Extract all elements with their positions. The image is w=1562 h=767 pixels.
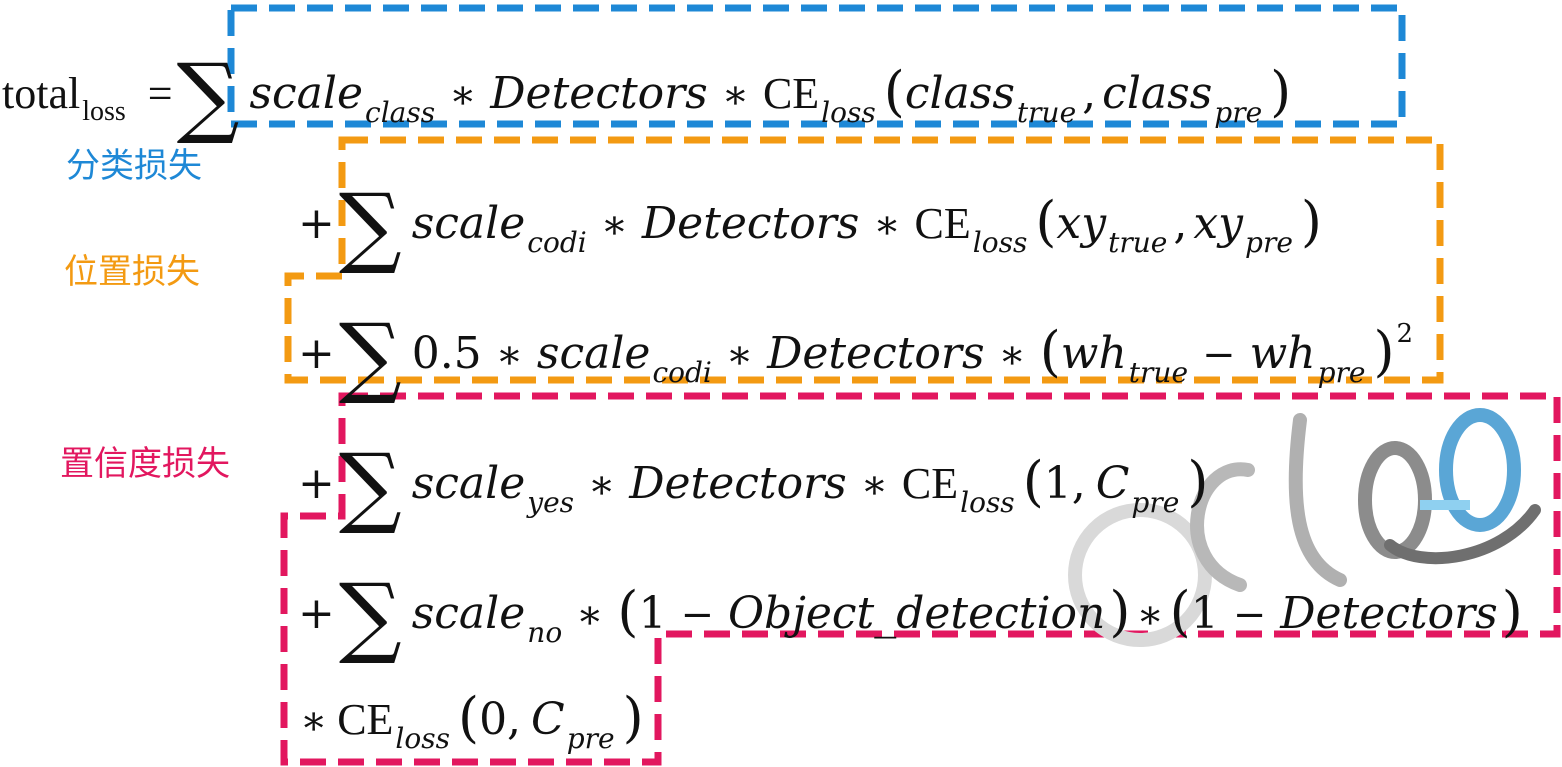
xy-true-sub: true — [1108, 226, 1168, 259]
exponent-2: 2 — [1396, 319, 1414, 349]
coef-half: 0.5 — [411, 328, 482, 379]
ce-2: CE — [914, 199, 971, 248]
equation-line-1: total loss = ∑ scale class ∗ Detectors ∗… — [2, 34, 1292, 140]
mul-1b: ∗ — [721, 72, 749, 118]
ce-6: CE — [337, 695, 394, 744]
scale-codi-2: scale — [411, 198, 526, 249]
mul-6: ∗ — [300, 698, 328, 744]
class-pre-sub: pre — [1214, 96, 1263, 129]
ce-1-sub: loss — [821, 96, 876, 129]
paren-open-1: ( — [883, 60, 905, 123]
scale-class-sub: class — [365, 96, 436, 129]
paren-open-5a: ( — [617, 580, 639, 643]
one-arg: 1, — [1043, 458, 1086, 509]
mul-5a: ∗ — [576, 592, 604, 638]
xy-pre-sub: pre — [1245, 226, 1293, 259]
mul-4b: ∗ — [860, 462, 888, 508]
detectors-1: Detectors — [490, 68, 708, 119]
c-pre-4: C — [1095, 458, 1130, 509]
sum-symbol-5: ∑ — [338, 564, 402, 667]
minus-5b: − — [1232, 592, 1267, 638]
detectors-2: Detectors — [641, 198, 860, 249]
class-true-sub: true — [1016, 96, 1077, 129]
scale-no-sub: no — [527, 616, 563, 649]
watermark-o1 — [1358, 441, 1432, 559]
mul-3a: ∗ — [495, 332, 523, 378]
ce-2-sub: loss — [972, 226, 1028, 259]
mul-5b: ∗ — [1136, 592, 1164, 638]
mul-3c: ∗ — [998, 332, 1026, 378]
sum-symbol-4: ∑ — [338, 434, 402, 537]
paren-close-5a: ) — [1109, 580, 1131, 643]
mul-2b: ∗ — [873, 202, 901, 248]
xy-pre: xy — [1193, 198, 1244, 249]
paren-open-3: ( — [1039, 320, 1061, 383]
ce-1: CE — [762, 69, 820, 118]
paren-open-5b: ( — [1169, 580, 1191, 643]
mul-2a: ∗ — [600, 202, 628, 248]
scale-yes-sub: yes — [527, 486, 575, 519]
ce-4: CE — [901, 459, 959, 508]
object-detection: Object_detection — [727, 588, 1106, 639]
class-pre: class — [1102, 68, 1213, 119]
paren-close-1: ) — [1270, 60, 1292, 123]
ce-6-sub: loss — [395, 722, 450, 755]
paren-close-5b: ) — [1501, 580, 1523, 643]
one-5a: 1 — [638, 588, 667, 639]
paren-open-4: ( — [1022, 450, 1044, 513]
total-sub: loss — [82, 96, 126, 127]
position-loss-label: 位置损失 — [64, 252, 200, 292]
paren-close-2: ) — [1300, 190, 1322, 253]
plus-5: + — [298, 588, 335, 639]
scale-yes: scale — [411, 458, 526, 509]
equation-line-2: + ∑ scale codi ∗ Detectors ∗ CE loss ( x… — [298, 164, 1322, 270]
wh-pre-sub: pre — [1317, 356, 1366, 389]
detectors-4: Detectors — [629, 458, 847, 509]
plus-2: + — [298, 198, 335, 249]
one-5b: 1 — [1190, 588, 1219, 639]
paren-close-6: ) — [622, 686, 644, 749]
paren-close-4: ) — [1187, 450, 1209, 513]
mul-3b: ∗ — [725, 332, 754, 378]
equals-sign: = — [147, 69, 173, 118]
plus-4: + — [298, 458, 335, 509]
xy-true: xy — [1056, 198, 1107, 249]
equation-line-4: + ∑ scale yes ∗ Detectors ∗ CE loss ( 1,… — [298, 424, 1209, 530]
total-text: total — [2, 69, 81, 118]
comma-2: , — [1173, 198, 1188, 249]
equation-line-6: ∗ CE loss ( 0, C pre ) — [300, 684, 644, 755]
ce-4-sub: loss — [960, 486, 1015, 519]
scale-codi-3-sub: codi — [652, 356, 712, 389]
c-pre-4-sub: pre — [1131, 486, 1180, 519]
paren-open-2: ( — [1035, 190, 1057, 253]
sum-symbol-1: ∑ — [176, 44, 240, 147]
plus-3: + — [298, 328, 335, 379]
mul-1a: ∗ — [449, 72, 477, 118]
scale-class: scale — [249, 68, 364, 119]
minus-3: − — [1202, 332, 1236, 378]
confidence-loss-label: 置信度损失 — [60, 444, 230, 484]
scale-codi-3: scale — [536, 328, 651, 379]
wh-true-sub: true — [1128, 356, 1189, 389]
wh-true: wh — [1060, 328, 1127, 379]
sum-symbol-2: ∑ — [338, 174, 402, 277]
c-pre-6-sub: pre — [566, 722, 615, 755]
detectors-3: Detectors — [767, 328, 985, 379]
comma-1: , — [1082, 68, 1097, 119]
scale-codi-2-sub: codi — [527, 226, 587, 259]
sum-symbol-3: ∑ — [338, 304, 402, 407]
scale-no: scale — [411, 588, 526, 639]
c-pre-6: C — [531, 694, 565, 745]
equation-line-5: + ∑ scale no ∗ ( 1 − Object_detection ) … — [298, 554, 1523, 660]
minus-5a: − — [680, 592, 714, 638]
paren-close-3: ) — [1373, 320, 1395, 383]
wh-pre: wh — [1249, 328, 1316, 379]
equation-line-3: + ∑ 0.5 ∗ scale codi ∗ Detectors ∗ ( wh … — [298, 294, 1414, 400]
paren-open-6: ( — [457, 686, 480, 749]
mul-4a: ∗ — [588, 462, 616, 508]
class-true: class — [904, 68, 1015, 119]
zero-arg: 0, — [479, 694, 522, 745]
detectors-5: Detectors — [1280, 588, 1498, 639]
